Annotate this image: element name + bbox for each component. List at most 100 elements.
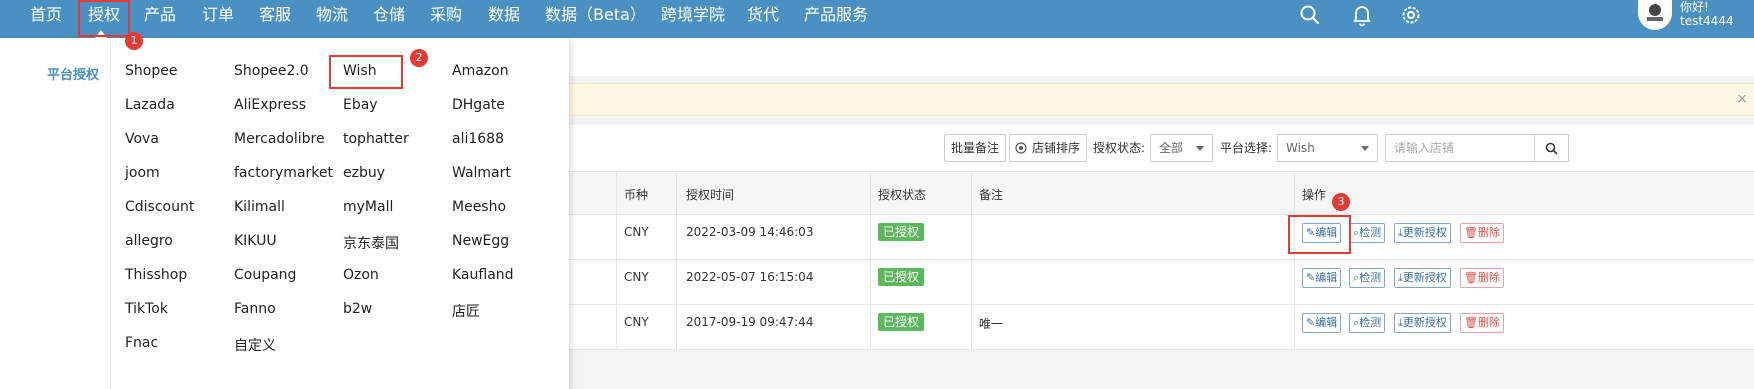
platform-option[interactable]: DHgate (452, 97, 505, 113)
cell-currency: CNY (624, 315, 649, 329)
nav-products[interactable]: 产品 (144, 0, 176, 38)
delete-button[interactable]: 🗑删除 (1460, 313, 1504, 333)
column-divider (971, 171, 972, 349)
platform-option[interactable]: Kaufland (452, 267, 514, 283)
platform-option[interactable]: KIKUU (234, 233, 277, 249)
platform-option[interactable]: myMall (343, 199, 393, 215)
platform-option[interactable]: AliExpress (234, 97, 306, 113)
platform-option[interactable]: Ebay (343, 97, 378, 113)
bell-icon[interactable] (1350, 3, 1374, 27)
greeting-text: 你好! (1680, 0, 1709, 14)
store-sort-label: 店铺排序 (1032, 141, 1081, 155)
nav-data[interactable]: 数据 (488, 0, 520, 38)
table-row: CNY 2022-05-07 16:15:04 已授权 ✎编辑 ⌕检测 ⤓更新授… (569, 260, 1754, 305)
column-divider (616, 171, 617, 349)
authorization-dropdown: 平台授权 Shopee Shopee2.0 Wish Amazon Lazada AliE… (0, 38, 569, 389)
platform-option[interactable]: factorymarket (234, 165, 333, 181)
platform-option[interactable]: 自定义 (234, 335, 276, 355)
platform-option[interactable]: Ozon (343, 267, 379, 283)
check-button[interactable]: ⌕检测 (1349, 223, 1386, 243)
nav-home[interactable]: 首页 (30, 0, 62, 38)
nav-orders[interactable]: 订单 (202, 0, 234, 38)
search-icon[interactable] (1298, 3, 1322, 27)
header-auth-status: 授权状态 (878, 188, 927, 202)
nav-freight[interactable]: 货代 (747, 0, 779, 38)
search-icon (1545, 142, 1558, 155)
status-badge: 已授权 (878, 268, 925, 286)
platform-option[interactable]: Mercadolibre (234, 131, 325, 147)
nav-product-services[interactable]: 产品服务 (804, 0, 868, 38)
store-search-input[interactable]: 请输入店铺 (1385, 134, 1535, 162)
highlight-box-authorization (78, 0, 130, 37)
reauthorize-button[interactable]: ⤓更新授权 (1394, 268, 1451, 288)
nav-warehouse[interactable]: 仓储 (373, 0, 405, 38)
column-divider (870, 171, 871, 349)
delete-label: 删除 (1477, 271, 1500, 284)
platform-option[interactable]: Shopee2.0 (234, 63, 309, 79)
check-label: 检测 (1359, 226, 1382, 239)
platform-option[interactable]: Fanno (234, 301, 276, 317)
store-search-button[interactable] (1535, 134, 1569, 162)
sort-icon (1015, 142, 1027, 154)
check-button[interactable]: ⌕检测 (1349, 313, 1386, 333)
platform-option[interactable]: Amazon (452, 63, 509, 79)
toolbar: 批量备注 店铺排序 授权状态: 全部 平台选择: Wish 请输入店铺 (569, 125, 1754, 172)
header-currency: 币种 (624, 188, 649, 202)
highlight-box-wish (329, 55, 403, 89)
platform-option[interactable]: NewEgg (452, 233, 509, 249)
column-divider (676, 171, 677, 349)
status-filter-label: 授权状态: (1093, 141, 1146, 155)
gear-icon[interactable] (1399, 3, 1423, 27)
platform-option[interactable]: Meesho (452, 199, 506, 215)
platform-filter-label: 平台选择: (1220, 141, 1273, 155)
nav-data-beta[interactable]: 数据（Beta） (545, 0, 646, 38)
platform-option[interactable]: Fnac (125, 335, 158, 351)
platform-option[interactable]: ali1688 (452, 131, 504, 147)
nav-academy[interactable]: 跨境学院 (661, 0, 725, 38)
reauthorize-label: 更新授权 (1402, 316, 1447, 329)
edit-button[interactable]: ✎编辑 (1302, 313, 1342, 333)
edit-button[interactable]: ✎编辑 (1302, 268, 1342, 288)
cell-auth-time: 2022-05-07 16:15:04 (686, 270, 814, 284)
platform-option[interactable]: TikTok (125, 301, 168, 317)
nav-logistics[interactable]: 物流 (316, 0, 348, 38)
platform-option[interactable]: tophatter (343, 131, 409, 147)
page-header-strip (569, 38, 1754, 76)
header-actions: 操作 (1302, 188, 1327, 202)
platform-option[interactable]: Vova (125, 131, 159, 147)
top-nav: 首页 授权 产品 订单 客服 物流 仓储 采购 数据 数据（Beta） 跨境学院… (0, 0, 1754, 38)
platform-option[interactable]: Walmart (452, 165, 511, 181)
store-sort-button[interactable]: 店铺排序 (1009, 134, 1088, 162)
platform-option[interactable]: Cdiscount (125, 199, 194, 215)
batch-note-button[interactable]: 批量备注 (944, 134, 1007, 162)
nav-customer-service[interactable]: 客服 (259, 0, 291, 38)
platform-option[interactable]: b2w (343, 301, 372, 317)
platform-select[interactable]: Wish (1277, 134, 1378, 162)
status-badge: 已授权 (878, 313, 925, 331)
platform-option[interactable]: Thisshop (125, 267, 187, 283)
table-row: CNY 2022-03-09 14:46:03 已授权 ✎编辑 ⌕检测 ⤓更新授… (569, 215, 1754, 260)
avatar[interactable] (1638, 0, 1672, 30)
platform-option[interactable]: 店匠 (452, 301, 480, 321)
platform-option[interactable]: joom (125, 165, 160, 181)
user-greeting[interactable]: 你好! test4444 (1680, 0, 1734, 28)
edit-label: 编辑 (1315, 271, 1338, 284)
platform-option[interactable]: Coupang (234, 267, 296, 283)
platform-option[interactable]: allegro (125, 233, 173, 249)
platform-option[interactable]: Shopee (125, 63, 177, 79)
cell-currency: CNY (624, 225, 649, 239)
callout-badge: 1 (125, 32, 143, 50)
nav-purchasing[interactable]: 采购 (430, 0, 462, 38)
platform-option[interactable]: 京东泰国 (343, 233, 399, 253)
check-button[interactable]: ⌕检测 (1349, 268, 1386, 288)
platform-option[interactable]: ezbuy (343, 165, 385, 181)
close-icon[interactable]: × (1736, 91, 1748, 107)
reauthorize-button[interactable]: ⤓更新授权 (1394, 313, 1451, 333)
delete-button[interactable]: 🗑删除 (1460, 268, 1504, 288)
delete-button[interactable]: 🗑删除 (1460, 223, 1504, 243)
reauthorize-button[interactable]: ⤓更新授权 (1394, 223, 1451, 243)
platform-option[interactable]: Kilimall (234, 199, 285, 215)
platform-option[interactable]: Lazada (125, 97, 175, 113)
status-select[interactable]: 全部 (1150, 134, 1213, 162)
table-row: CNY 2017-09-19 09:47:44 已授权 唯一 ✎编辑 ⌕检测 ⤓… (569, 305, 1754, 350)
